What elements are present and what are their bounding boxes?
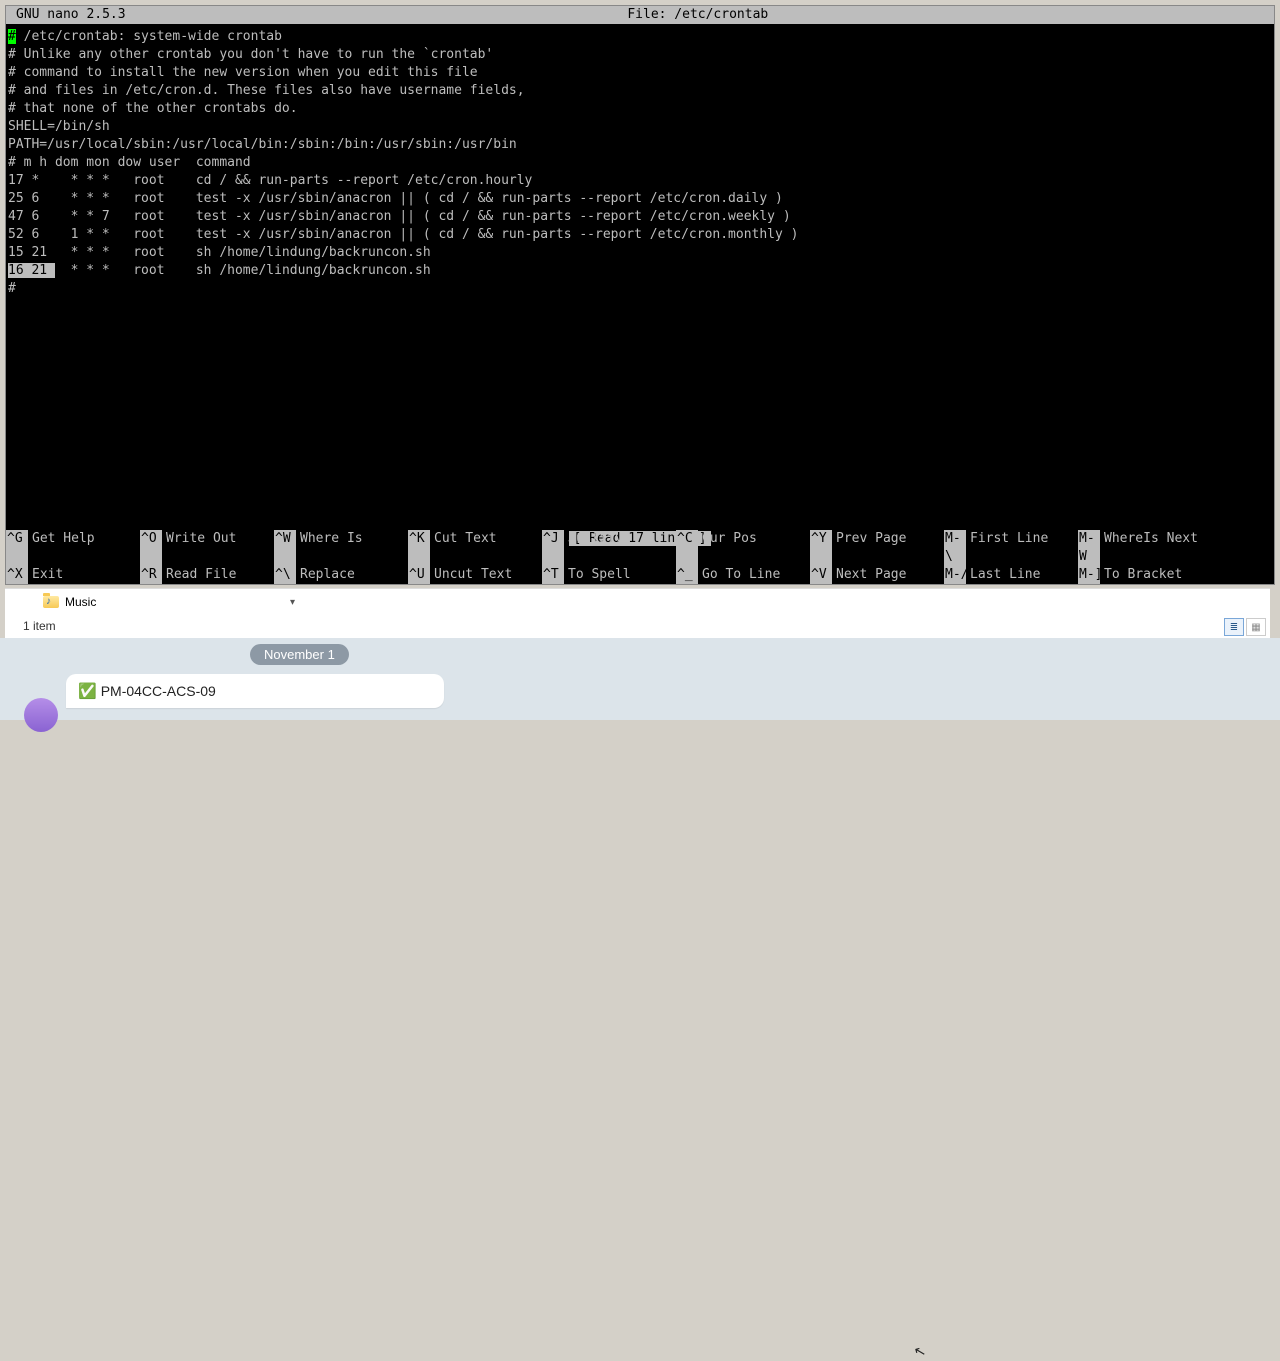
shortcut-go-to-line[interactable]: ^_Go To Line — [676, 566, 810, 584]
shortcut-label: First Line — [966, 530, 1048, 566]
shortcut-key: M-W — [1078, 530, 1100, 566]
view-details-button[interactable]: ≣ — [1224, 618, 1244, 636]
shortcut-label: Justify — [564, 530, 623, 566]
shortcut-where-is[interactable]: ^WWhere Is — [274, 530, 408, 566]
editor-line: # that none of the other crontabs do. — [8, 100, 1272, 118]
shortcut-key: ^\ — [274, 566, 296, 584]
shortcut-replace[interactable]: ^\Replace — [274, 566, 408, 584]
editor-line: PATH=/usr/local/sbin:/usr/local/bin:/sbi… — [8, 136, 1272, 154]
cursor-icon: ↖ — [912, 1342, 928, 1361]
editor-line: # command to install the new version whe… — [8, 64, 1272, 82]
shortcut-write-out[interactable]: ^OWrite Out — [140, 530, 274, 566]
shortcut-whereis-next[interactable]: M-WWhereIs Next — [1078, 530, 1212, 566]
chat-message[interactable]: ✅PM-04CC-ACS-09 — [66, 674, 444, 708]
editor-line: 17 * * * * root cd / && run-parts --repo… — [8, 172, 1272, 190]
shortcut-to-bracket[interactable]: M-]To Bracket — [1078, 566, 1212, 584]
editor-line: SHELL=/bin/sh — [8, 118, 1272, 136]
chat-panel: November 1 ✅PM-04CC-ACS-09 ↖ — [0, 638, 1280, 720]
shortcut-label: Where Is — [296, 530, 363, 566]
shortcut-cur-pos[interactable]: ^CCur Pos — [676, 530, 810, 566]
editor-line: # /etc/crontab: system-wide crontab — [8, 28, 1272, 46]
editor-line: # m h dom mon dow user command — [8, 154, 1272, 172]
shortcut-key: ^T — [542, 566, 564, 584]
shortcut-last-line[interactable]: M-/Last Line — [944, 566, 1078, 584]
shortcut-key: ^G — [6, 530, 28, 566]
editor-line: # — [8, 280, 1272, 298]
shortcut-label: Cut Text — [430, 530, 497, 566]
shortcut-label: To Spell — [564, 566, 631, 584]
nano-shortcut-bar: ^GGet Help^OWrite Out^WWhere Is^KCut Tex… — [6, 530, 1274, 584]
view-icons-button[interactable]: ▦ — [1246, 618, 1266, 636]
avatar[interactable] — [24, 698, 58, 732]
shortcut-exit[interactable]: ^XExit — [6, 566, 140, 584]
shortcut-key: M-\ — [944, 530, 966, 566]
editor-content[interactable]: # /etc/crontab: system-wide crontab# Unl… — [6, 24, 1274, 298]
shortcut-label: WhereIs Next — [1100, 530, 1198, 566]
shortcut-key: ^X — [6, 566, 28, 584]
shortcut-label: Replace — [296, 566, 355, 584]
shortcut-next-page[interactable]: ^VNext Page — [810, 566, 944, 584]
shortcut-label: Write Out — [162, 530, 236, 566]
shortcut-cut-text[interactable]: ^KCut Text — [408, 530, 542, 566]
shortcut-key: ^J — [542, 530, 564, 566]
nano-file-name: File: /etc/crontab — [126, 6, 1270, 24]
shortcut-label: Get Help — [28, 530, 95, 566]
breadcrumb-folder: Music — [65, 595, 96, 609]
shortcut-key: ^W — [274, 530, 296, 566]
shortcut-key: ^_ — [676, 566, 698, 584]
shortcut-key: ^U — [408, 566, 430, 584]
editor-line: 47 6 * * 7 root test -x /usr/sbin/anacro… — [8, 208, 1272, 226]
editor-line: # and files in /etc/cron.d. These files … — [8, 82, 1272, 100]
shortcut-key: ^Y — [810, 530, 832, 566]
chat-message-text: PM-04CC-ACS-09 — [101, 683, 216, 699]
folder-icon: ♪ — [43, 596, 59, 608]
editor-line: 16 21 * * * root sh /home/lindung/backru… — [8, 262, 1272, 280]
shortcut-first-line[interactable]: M-\First Line — [944, 530, 1078, 566]
shortcut-key: ^O — [140, 530, 162, 566]
shortcut-key: M-] — [1078, 566, 1100, 584]
shortcut-key: ^K — [408, 530, 430, 566]
shortcut-uncut-text[interactable]: ^UUncut Text — [408, 566, 542, 584]
nano-app-name: GNU nano 2.5.3 — [10, 6, 126, 24]
shortcut-prev-page[interactable]: ^YPrev Page — [810, 530, 944, 566]
shortcut-read-file[interactable]: ^RRead File — [140, 566, 274, 584]
shortcut-label: To Bracket — [1100, 566, 1182, 584]
shortcut-get-help[interactable]: ^GGet Help — [6, 530, 140, 566]
file-explorer-bar: ♪ Music ▾ 1 item ≣ ▦ — [5, 588, 1270, 638]
shortcut-key: ^C — [676, 530, 698, 566]
chat-date-pill: November 1 — [250, 644, 349, 665]
chevron-down-icon[interactable]: ▾ — [290, 597, 295, 608]
editor-line: 25 6 * * * root test -x /usr/sbin/anacro… — [8, 190, 1272, 208]
check-icon: ✅ — [78, 683, 97, 700]
shortcut-label: Exit — [28, 566, 63, 584]
shortcut-key: ^R — [140, 566, 162, 584]
terminal-window: GNU nano 2.5.3 File: /etc/crontab # /etc… — [5, 5, 1275, 585]
editor-line: # Unlike any other crontab you don't hav… — [8, 46, 1272, 64]
shortcut-label: Next Page — [832, 566, 906, 584]
explorer-status: 1 item — [5, 615, 1270, 637]
shortcut-to-spell[interactable]: ^TTo Spell — [542, 566, 676, 584]
view-toggle-group: ≣ ▦ — [1224, 618, 1266, 636]
breadcrumb[interactable]: ♪ Music ▾ — [5, 589, 1270, 615]
shortcut-label: Prev Page — [832, 530, 906, 566]
shortcut-key: M-/ — [944, 566, 966, 584]
editor-line: 15 21 * * * root sh /home/lindung/backru… — [8, 244, 1272, 262]
shortcut-justify[interactable]: ^JJustify — [542, 530, 676, 566]
shortcut-key: ^V — [810, 566, 832, 584]
shortcut-label: Uncut Text — [430, 566, 512, 584]
shortcut-label: Cur Pos — [698, 530, 757, 566]
shortcut-label: Last Line — [966, 566, 1040, 584]
shortcut-label: Go To Line — [698, 566, 780, 584]
editor-line: 52 6 1 * * root test -x /usr/sbin/anacro… — [8, 226, 1272, 244]
nano-title-bar: GNU nano 2.5.3 File: /etc/crontab — [6, 6, 1274, 24]
shortcut-label: Read File — [162, 566, 236, 584]
